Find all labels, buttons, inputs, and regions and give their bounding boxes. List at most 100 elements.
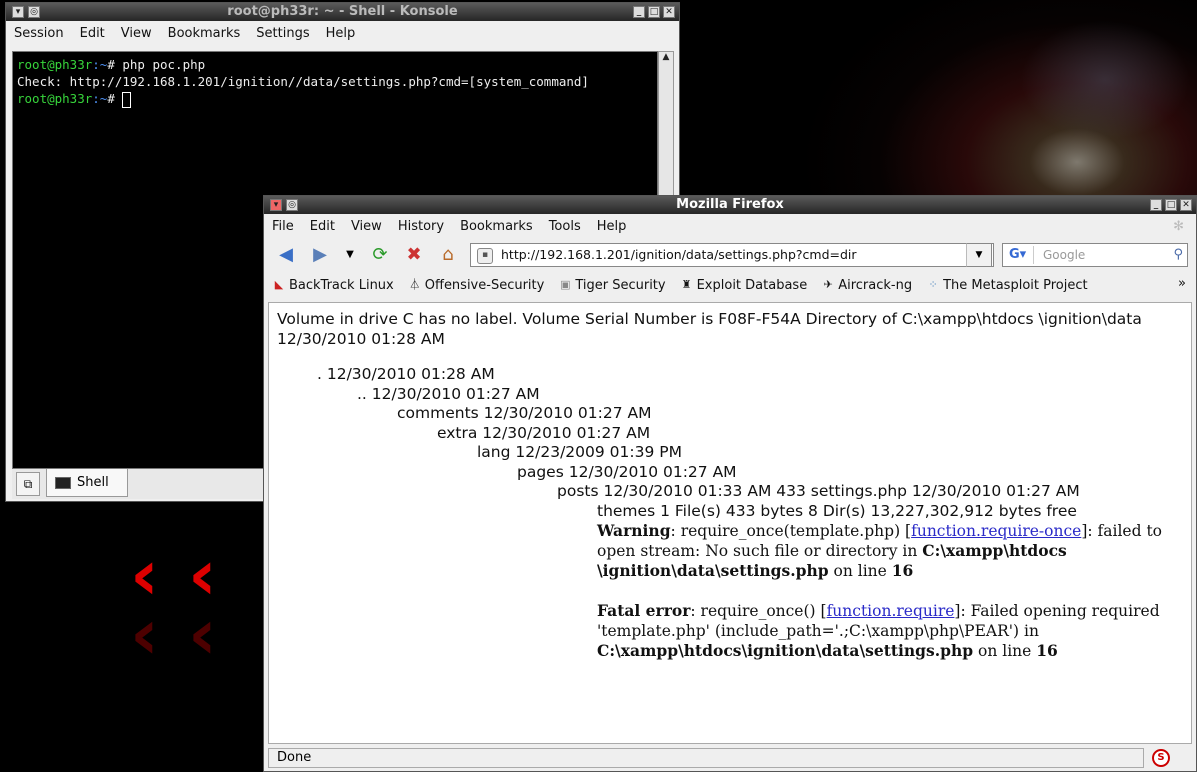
- tiger-icon: ▣: [560, 278, 571, 291]
- new-tab-icon[interactable]: ⧉: [16, 472, 40, 496]
- firefox-title: Mozilla Firefox: [676, 197, 784, 212]
- fatal-label: Fatal error: [597, 601, 691, 620]
- maximize-icon[interactable]: □: [1165, 199, 1177, 211]
- warning-label: Warning: [597, 521, 671, 540]
- search-input[interactable]: G▾ Google ⚲: [1002, 243, 1188, 267]
- php-warning: Warning: require_once(template.php) [fun…: [597, 521, 1183, 581]
- bookmark-label: Aircrack-ng: [838, 277, 913, 293]
- terminal-line: root@ph33r:~# php poc.php: [17, 56, 653, 73]
- konsole-title: root@ph33r: ~ - Shell - Konsole: [227, 4, 458, 19]
- fatal-path: C:\xampp\htdocs\ignition\data\settings.p…: [597, 641, 974, 660]
- google-engine-icon[interactable]: G▾: [1006, 246, 1034, 264]
- wallpaper-chevron-reflection-icon: ‹: [188, 600, 217, 682]
- prompt-user: root@ph33r: [17, 91, 93, 106]
- bookmark-exploit-database[interactable]: ♜ Exploit Database: [672, 278, 814, 293]
- exploitdb-icon: ♜: [681, 278, 692, 291]
- dir-entry: extra 12/30/2010 01:27 AM: [437, 423, 651, 442]
- navigation-toolbar: ◀ ▶ ▼ ⟳ ✖ ⌂ ▪ http://192.168.1.201/ignit…: [264, 238, 1196, 272]
- php-fatal-error: Fatal error: require_once() [function.re…: [597, 601, 1183, 661]
- bookmark-label: Exploit Database: [696, 277, 808, 293]
- status-bar: Done S: [268, 747, 1192, 769]
- menu-bookmarks[interactable]: Bookmarks: [452, 219, 541, 234]
- menu-edit[interactable]: Edit: [72, 26, 113, 41]
- aircrack-icon: ✈: [823, 278, 833, 291]
- menu-session[interactable]: Session: [6, 26, 72, 41]
- firefox-titlebar[interactable]: ▾ ◎ Mozilla Firefox _ □ ✕: [264, 196, 1196, 214]
- dir-entry: comments 12/30/2010 01:27 AM: [397, 404, 652, 422]
- metasploit-icon: ⁘: [928, 278, 938, 291]
- backtrack-icon: ◣: [274, 278, 284, 291]
- menu-settings[interactable]: Settings: [248, 26, 317, 41]
- reload-icon[interactable]: ⟳: [368, 244, 392, 266]
- bookmark-label: Offensive-Security: [424, 277, 545, 293]
- function-require-once-link[interactable]: function.require-once: [911, 522, 1081, 540]
- minimize-icon[interactable]: _: [633, 6, 645, 18]
- dir-entry: lang 12/23/2009 01:39 PM: [477, 443, 682, 461]
- terminal-icon: [55, 476, 71, 489]
- bookmark-offensive-security[interactable]: ⏃ Offensive-Security: [400, 278, 551, 293]
- home-icon[interactable]: ⌂: [436, 244, 460, 266]
- wallpaper-chevron-reflection-icon: ‹: [130, 600, 159, 682]
- stop-icon[interactable]: ✖: [402, 244, 426, 266]
- bookmark-label: BackTrack Linux: [289, 277, 394, 293]
- noscript-icon[interactable]: S: [1152, 749, 1170, 767]
- history-dropdown-icon[interactable]: ▼: [338, 244, 362, 266]
- bookmark-aircrack[interactable]: ✈ Aircrack-ng: [813, 278, 918, 293]
- tab-shell[interactable]: Shell: [46, 469, 128, 497]
- menu-view[interactable]: View: [343, 219, 390, 234]
- prompt-user: root@ph33r: [17, 57, 93, 72]
- bookmarks-toolbar: ◣ BackTrack Linux ⏃ Offensive-Security ▣ Ti…: [264, 272, 1196, 298]
- menu-history[interactable]: History: [390, 219, 452, 234]
- fatal-text: : require_once() [: [690, 602, 827, 620]
- dir-listing: . 12/30/2010 01:28 AM .. 12/30/2010 01:2…: [277, 365, 1183, 521]
- close-icon[interactable]: ✕: [1180, 199, 1192, 211]
- command-text: # php poc.php: [107, 57, 206, 72]
- menu-bookmarks[interactable]: Bookmarks: [160, 26, 249, 41]
- menu-help[interactable]: Help: [589, 219, 635, 234]
- warning-text: : require_once(template.php) [: [670, 522, 912, 540]
- dir-entry: themes 1 File(s) 433 bytes 8 Dir(s) 13,2…: [597, 501, 1077, 520]
- bookmark-backtrack[interactable]: ◣ BackTrack Linux: [264, 278, 400, 293]
- scroll-up-icon[interactable]: ▲: [659, 52, 673, 62]
- maximize-icon[interactable]: □: [648, 6, 660, 18]
- dir-intro: Volume in drive C has no label. Volume S…: [277, 310, 1142, 348]
- terminal-cursor: [122, 91, 132, 108]
- search-placeholder: Google: [1043, 248, 1086, 262]
- warning-text: on line: [828, 562, 892, 580]
- dir-entry: . 12/30/2010 01:28 AM: [317, 365, 495, 383]
- dir-entry: posts 12/30/2010 01:33 AM 433 settings.p…: [557, 482, 1080, 500]
- search-icon[interactable]: ⚲: [1173, 244, 1183, 266]
- menu-edit[interactable]: Edit: [302, 219, 343, 234]
- site-identity-icon[interactable]: ▪: [477, 248, 493, 264]
- wallpaper-glow-2: [1020, 20, 1190, 140]
- menu-help[interactable]: Help: [318, 26, 364, 41]
- url-dropdown-icon[interactable]: ▼: [966, 243, 992, 267]
- page-content[interactable]: Volume in drive C has no label. Volume S…: [268, 302, 1192, 744]
- function-require-link[interactable]: function.require: [827, 602, 955, 620]
- menu-tools[interactable]: Tools: [541, 219, 589, 234]
- dir-entry: pages 12/30/2010 01:27 AM: [517, 462, 737, 481]
- minimize-icon[interactable]: _: [1150, 199, 1162, 211]
- menu-file[interactable]: File: [264, 219, 302, 234]
- terminal-line: root@ph33r:~#: [17, 90, 653, 108]
- prompt-path: :~: [92, 57, 108, 72]
- url-text: http://192.168.1.201/ignition/data/setti…: [501, 247, 857, 262]
- bookmark-tiger-security[interactable]: ▣ Tiger Security: [550, 278, 671, 293]
- terminal-line: Check: http://192.168.1.201/ignition//da…: [17, 74, 589, 89]
- warning-line-number: 16: [891, 561, 914, 580]
- firefox-window[interactable]: ▾ ◎ Mozilla Firefox _ □ ✕ File Edit View…: [263, 195, 1197, 772]
- url-bar[interactable]: ▪ http://192.168.1.201/ignition/data/set…: [470, 243, 994, 267]
- back-icon[interactable]: ◀: [274, 244, 298, 266]
- prompt-path: :~: [92, 91, 108, 106]
- forward-icon[interactable]: ▶: [308, 244, 332, 266]
- throbber-icon: ✻: [1173, 218, 1184, 234]
- tab-shell-label: Shell: [77, 475, 109, 490]
- offsec-icon: ⏃: [409, 278, 421, 291]
- close-icon[interactable]: ✕: [663, 6, 675, 18]
- bookmark-metasploit[interactable]: ⁘ The Metasploit Project: [918, 278, 1094, 293]
- firefox-menubar: File Edit View History Bookmarks Tools H…: [264, 214, 1196, 238]
- bookmark-label: Tiger Security: [575, 277, 666, 293]
- bookmarks-overflow-icon[interactable]: »: [1178, 276, 1186, 291]
- konsole-titlebar[interactable]: ▾ ◎ root@ph33r: ~ - Shell - Konsole _ □ …: [6, 3, 679, 21]
- menu-view[interactable]: View: [113, 26, 160, 41]
